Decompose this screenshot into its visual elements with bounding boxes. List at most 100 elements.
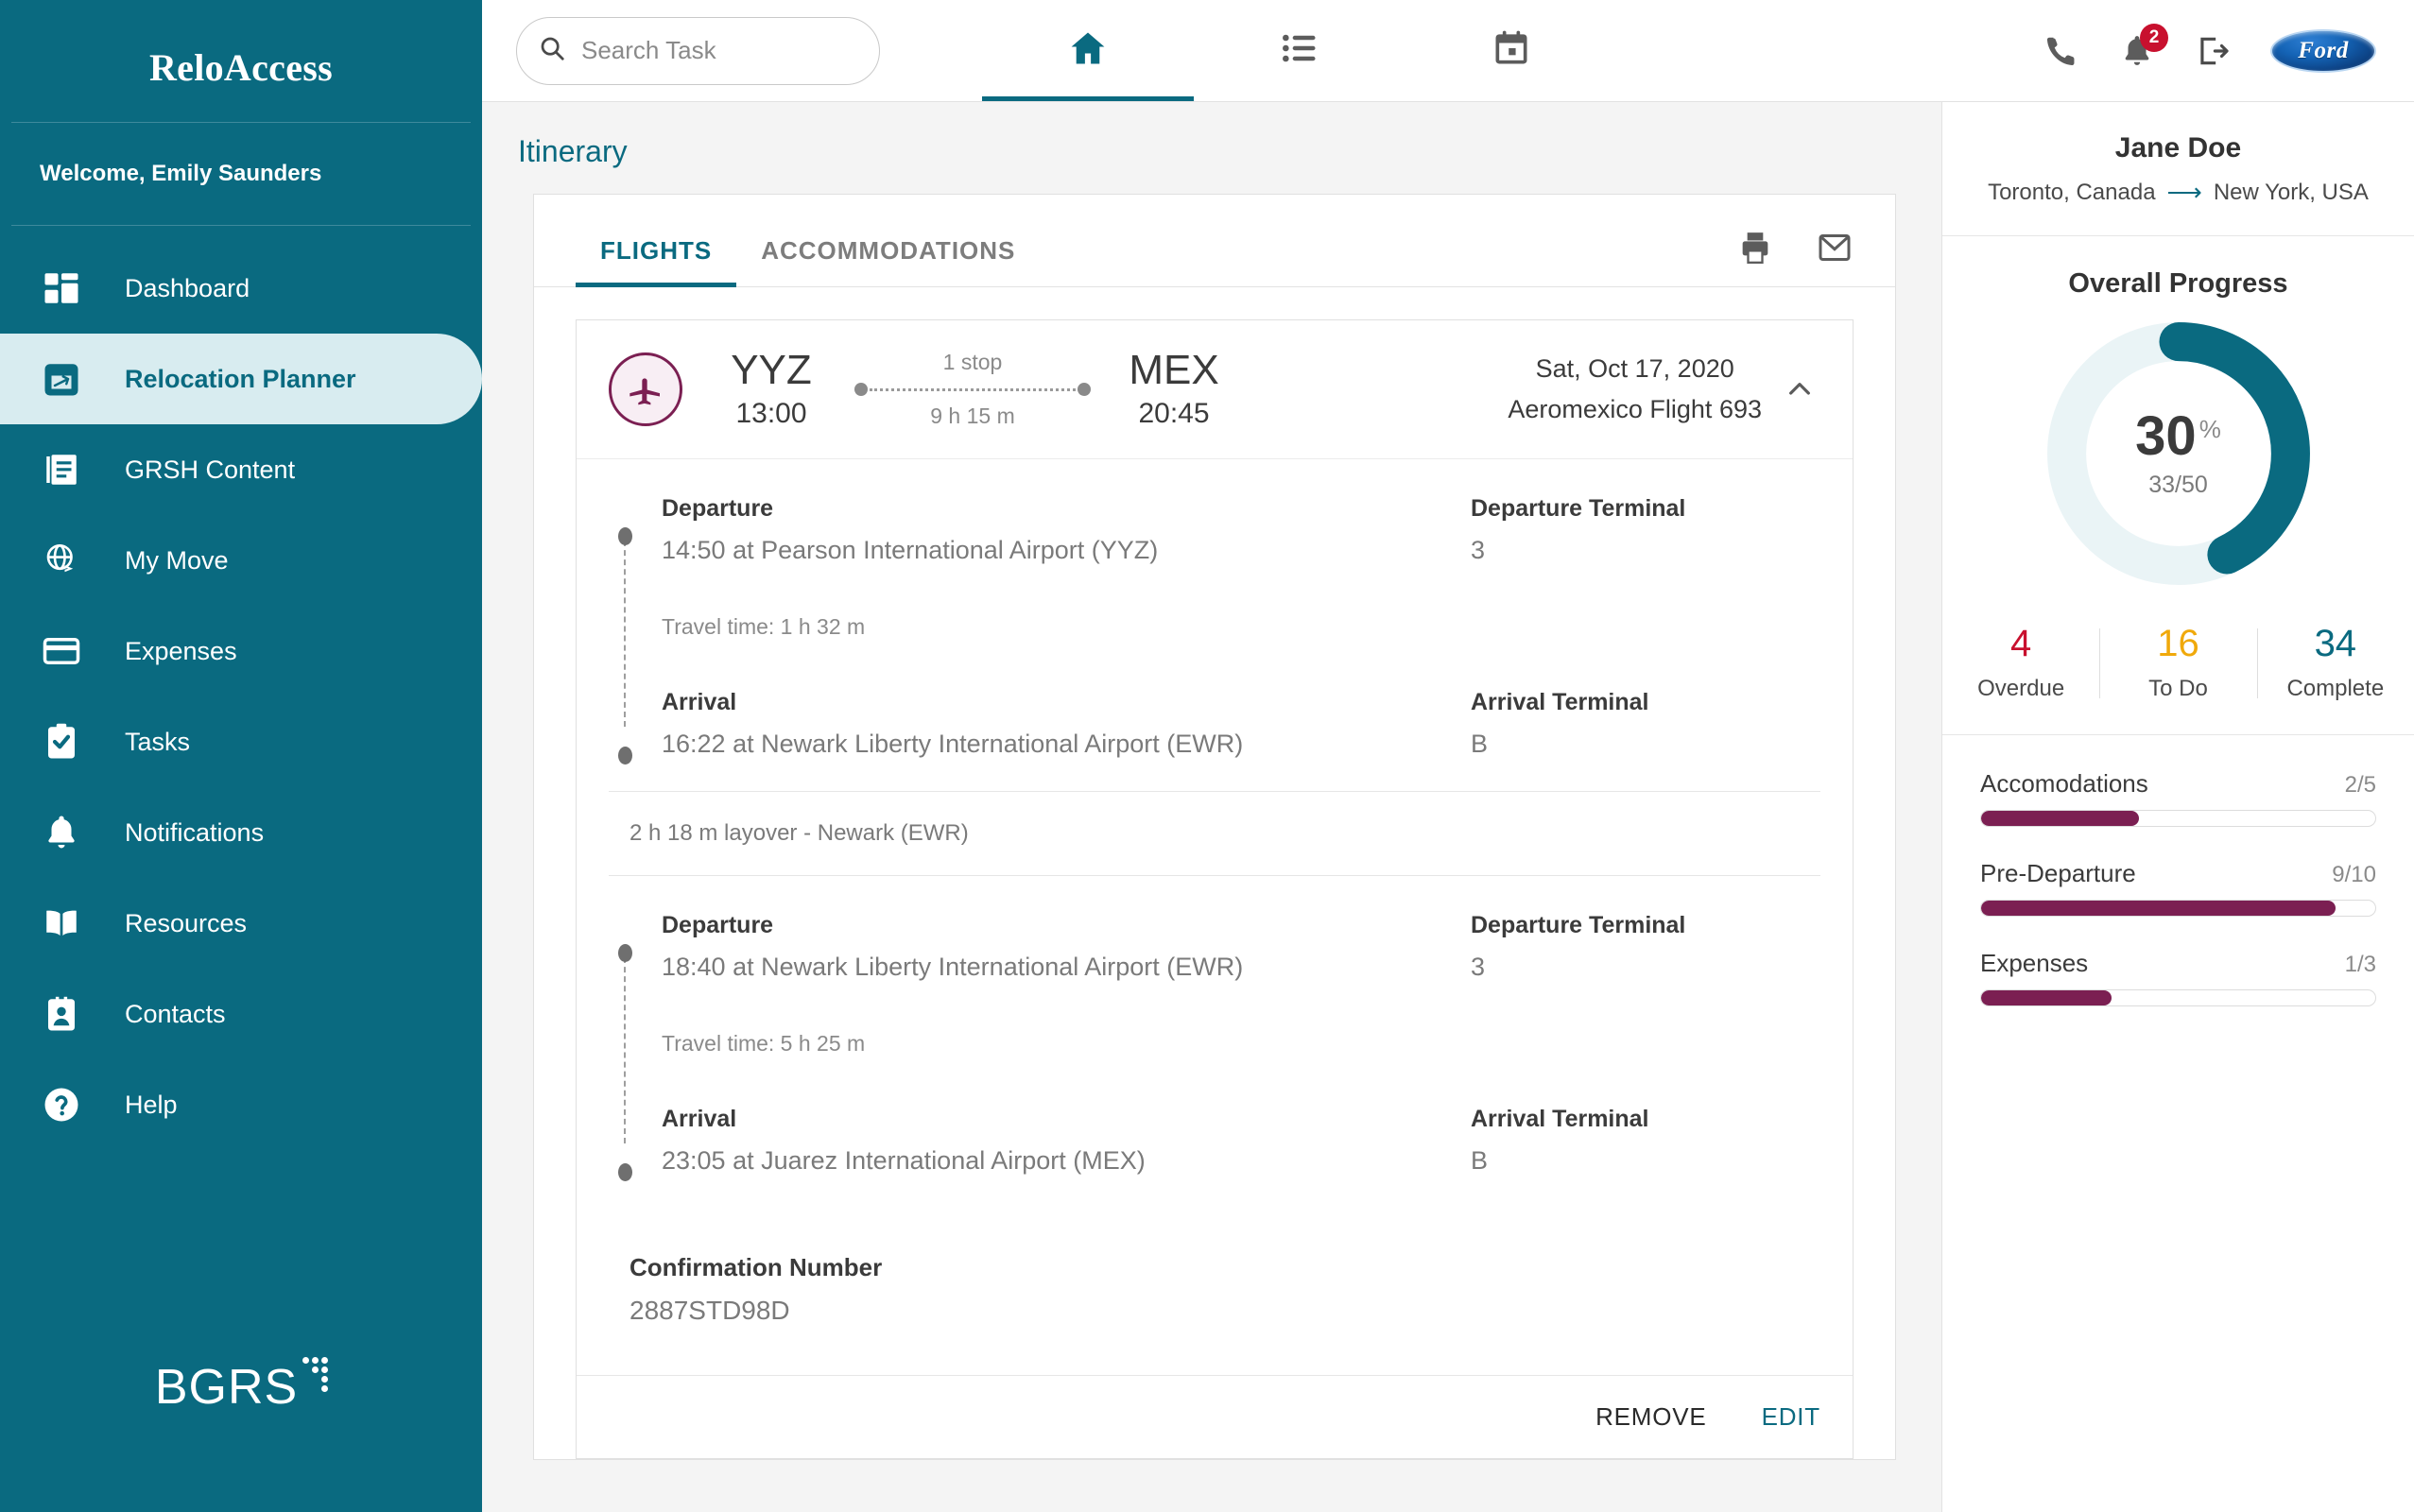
book-icon: [40, 902, 83, 945]
route-summary: 1 stop 9 h 15 m: [854, 350, 1091, 429]
departure-label: Departure: [662, 495, 774, 523]
clipboard-check-icon: [40, 720, 83, 764]
calendar-plane-icon: [40, 357, 83, 401]
segment-dot-departure: [618, 527, 632, 546]
bgrs-logo: BGRS: [0, 1357, 482, 1412]
documents-icon: [40, 448, 83, 491]
sidebar-nav: Dashboard Relocation Planner GRSH Conten…: [0, 226, 482, 1150]
arrival-label: Arrival: [662, 689, 737, 716]
percent-symbol: %: [2198, 414, 2221, 443]
sidebar-item-grsh-content[interactable]: GRSH Content: [0, 424, 482, 515]
route-dest-dot: [1078, 383, 1091, 397]
progress-bar-fill: [1981, 811, 2139, 826]
flight-card-actions: REMOVE EDIT: [577, 1376, 1853, 1458]
flight-summary-header[interactable]: YYZ 13:00 1 stop 9 h 15 m MEX 20:45 Sat,…: [577, 320, 1853, 460]
sidebar-item-relocation-planner[interactable]: Relocation Planner: [0, 334, 482, 424]
tab-accommodations[interactable]: ACCOMMODATIONS: [736, 236, 1040, 286]
sidebar-item-label: My Move: [125, 545, 229, 575]
progress-item-label: Expenses: [1980, 949, 2089, 977]
plane-icon: [609, 352, 682, 427]
overall-progress-chart: 30 % 33/50: [1942, 305, 2414, 596]
departure-row: Departure 14:50 at Pearson International…: [662, 495, 1820, 565]
sidebar: ReloAccess Welcome, Emily Saunders Dashb…: [0, 0, 482, 1512]
email-icon[interactable]: [1816, 229, 1854, 271]
progress-bar-fill: [1981, 901, 2336, 916]
logout-icon[interactable]: [2195, 33, 2231, 69]
tab-list[interactable]: [1194, 0, 1405, 101]
departure-row: Departure 18:40 at Newark Liberty Intern…: [662, 912, 1820, 982]
app-brand: ReloAccess: [148, 46, 334, 89]
departure-terminal-value: 3: [1471, 953, 1486, 982]
departure-terminal-value: 3: [1471, 536, 1486, 565]
stat-value: 4: [2010, 623, 2032, 664]
sidebar-item-label: Help: [125, 1090, 178, 1119]
sidebar-item-dashboard[interactable]: Dashboard: [0, 243, 482, 334]
arrival-label: Arrival: [662, 1106, 737, 1133]
arrival-row: Arrival 16:22 at Newark Liberty Internat…: [662, 689, 1820, 759]
flight-date: Sat, Oct 17, 2020: [1535, 354, 1734, 384]
route-origin-dot: [854, 383, 868, 397]
search-box[interactable]: [516, 16, 880, 85]
origin-time: 13:00: [735, 398, 807, 430]
bgrs-logo-text: BGRS: [154, 1360, 299, 1415]
stat-todo[interactable]: 16 To Do: [2099, 625, 2256, 702]
sidebar-item-resources[interactable]: Resources: [0, 878, 482, 969]
stat-overdue[interactable]: 4 Overdue: [1942, 625, 2099, 702]
confirmation-value: 2887STD98D: [629, 1296, 790, 1326]
notifications-bell-icon[interactable]: 2: [2119, 23, 2168, 69]
contact-card-icon: [40, 992, 83, 1036]
segment-dot-arrival: [618, 1163, 632, 1182]
phone-icon[interactable]: [2043, 33, 2079, 69]
sidebar-item-my-move[interactable]: My Move: [0, 515, 482, 606]
segment-body: Departure 14:50 at Pearson International…: [609, 495, 1820, 765]
progress-fraction: 33/50: [2148, 471, 2208, 498]
stat-value: 34: [2314, 623, 2357, 664]
collapse-chevron-up-icon[interactable]: [1779, 374, 1820, 404]
layover-info: 2 h 18 m layover - Newark (EWR): [629, 820, 969, 847]
destination-city: New York, USA: [2213, 179, 2369, 205]
itinerary-panel: Itinerary FLIGHTS ACCOMMODATIONS YYZ 13:…: [482, 102, 1941, 1512]
arrival-row: Arrival 23:05 at Juarez International Ai…: [662, 1106, 1820, 1176]
flight-meta: Sat, Oct 17, 2020 Aeromexico Flight 693: [1508, 354, 1779, 424]
tab-flights[interactable]: FLIGHTS: [576, 236, 737, 287]
print-icon[interactable]: [1736, 229, 1774, 271]
sidebar-item-help[interactable]: Help: [0, 1059, 482, 1150]
top-nav-tabs: [982, 0, 1617, 101]
dashboard-icon: [40, 266, 83, 310]
sidebar-item-expenses[interactable]: Expenses: [0, 606, 482, 696]
sidebar-item-label: Contacts: [125, 999, 226, 1028]
sidebar-item-contacts[interactable]: Contacts: [0, 969, 482, 1059]
itinerary-card: FLIGHTS ACCOMMODATIONS YYZ 13:00 1 stop …: [533, 194, 1896, 1461]
destination-leg: MEX 20:45: [1117, 348, 1231, 430]
top-bar: 2 Ford: [482, 0, 2414, 102]
sidebar-item-notifications[interactable]: Notifications: [0, 787, 482, 878]
progress-bar-track: [1980, 810, 2376, 827]
tab-home[interactable]: [982, 0, 1194, 101]
arrival-terminal-label: Arrival Terminal: [1471, 1106, 1649, 1133]
progress-percent: 30: [2135, 404, 2197, 467]
arrival-value: 23:05 at Juarez International Airport (M…: [662, 1146, 1146, 1176]
flight-segment: Departure 14:50 at Pearson International…: [577, 459, 1853, 791]
remove-button[interactable]: REMOVE: [1595, 1402, 1706, 1432]
user-name: Jane Doe: [2114, 132, 2242, 163]
edit-button[interactable]: EDIT: [1762, 1402, 1820, 1432]
progress-percent-wrap: 30 %: [2135, 404, 2221, 467]
stat-complete[interactable]: 34 Complete: [2256, 623, 2414, 702]
origin-code: YYZ: [731, 347, 812, 393]
destination-time: 20:45: [1138, 398, 1210, 430]
sidebar-item-label: Tasks: [125, 727, 191, 756]
ford-logo: Ford: [2270, 28, 2376, 73]
tab-calendar[interactable]: [1405, 0, 1617, 101]
progress-bar-track: [1980, 900, 2376, 917]
top-bar-actions: 2 Ford: [2043, 23, 2414, 73]
main-area: 2 Ford Itinerary FLIGHTS ACCOMMODATIONS: [482, 0, 2414, 1512]
segment-body: Departure 18:40 at Newark Liberty Intern…: [609, 912, 1820, 1182]
sidebar-item-tasks[interactable]: Tasks: [0, 696, 482, 787]
sidebar-item-label: Relocation Planner: [125, 364, 356, 393]
progress-item-label: Accomodations: [1980, 769, 2148, 798]
origin-leg: YYZ 13:00: [715, 347, 828, 430]
progress-item-pre-departure: Pre-Departure 9/10: [1980, 859, 2376, 917]
stat-label: Complete: [2286, 676, 2385, 701]
itinerary-card-actions: [1736, 229, 1854, 286]
search-input[interactable]: [581, 36, 858, 65]
